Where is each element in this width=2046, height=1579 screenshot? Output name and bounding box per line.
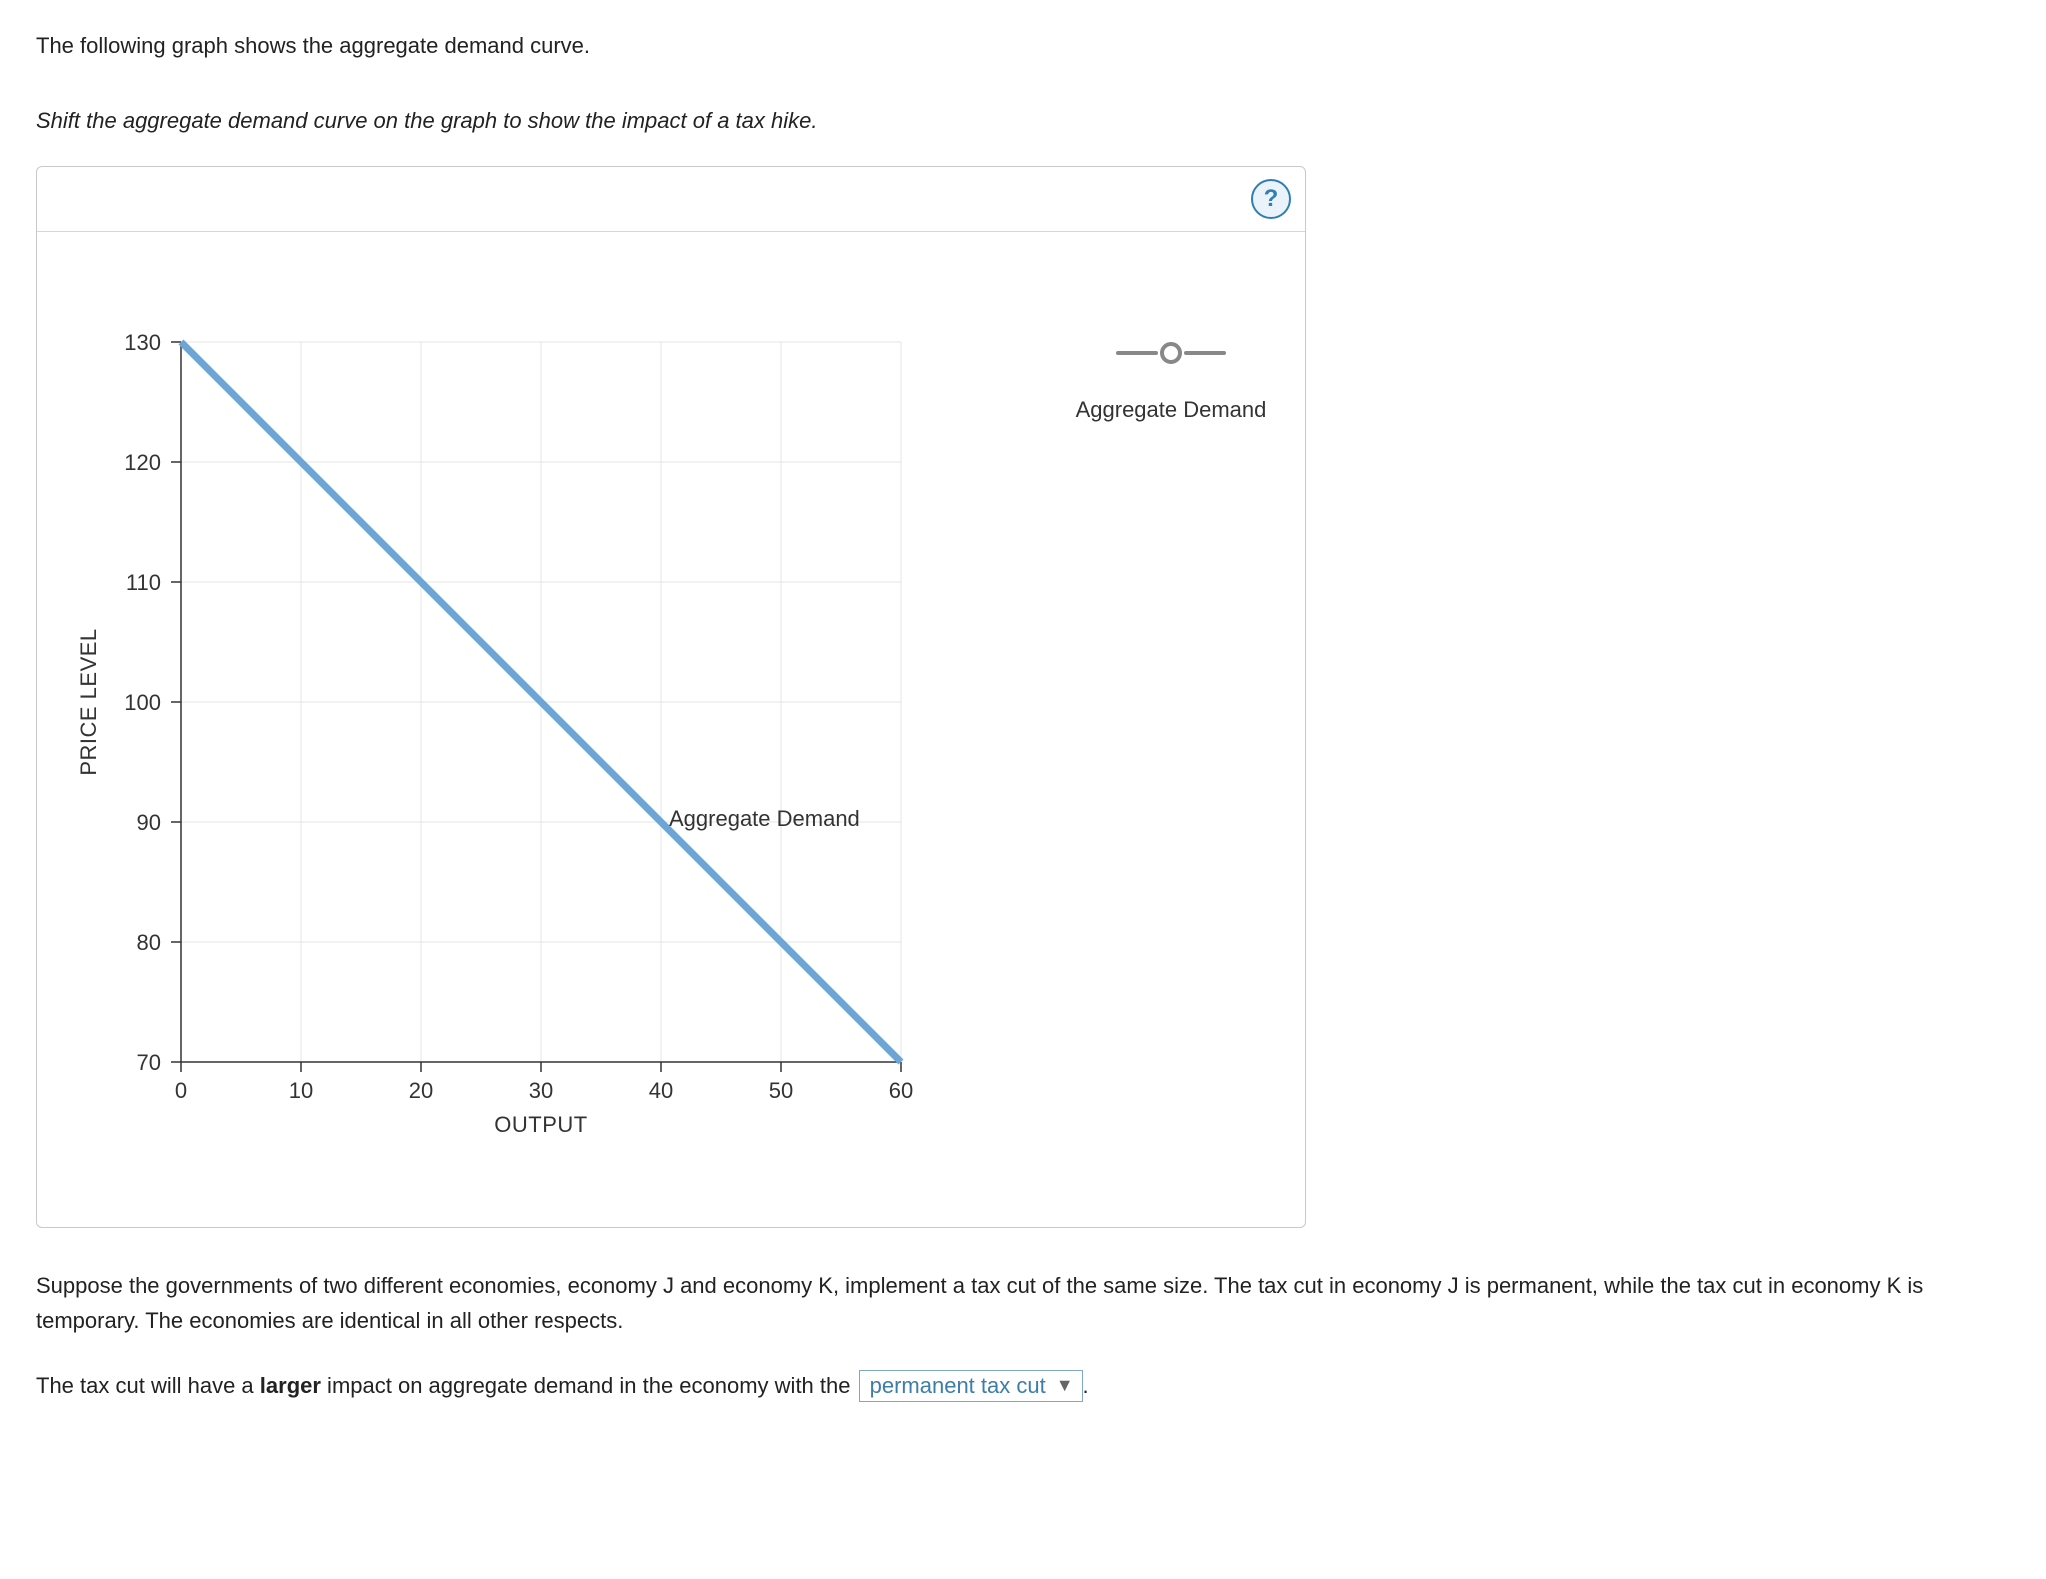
intro-text: The following graph shows the aggregate … <box>36 28 2010 63</box>
svg-text:120: 120 <box>124 450 161 475</box>
graph-toolbar: ? <box>37 167 1305 232</box>
legend-line-right <box>1184 351 1226 355</box>
svg-text:100: 100 <box>124 690 161 715</box>
followup-prefix: The tax cut will have a <box>36 1373 260 1398</box>
svg-text:80: 80 <box>137 930 161 955</box>
svg-text:OUTPUT: OUTPUT <box>494 1112 587 1137</box>
svg-text:10: 10 <box>289 1078 313 1103</box>
graph-body: 0 10 20 30 40 50 60 70 80 90 100 110 120 130 OUTPUT PRI… <box>37 232 1305 1186</box>
followup-suffix: . <box>1083 1373 1089 1398</box>
answer-dropdown[interactable]: permanent tax cut ▼ <box>859 1370 1083 1402</box>
legend-label: Aggregate Demand <box>1076 392 1267 427</box>
chevron-down-icon: ▼ <box>1056 1375 1074 1397</box>
svg-text:20: 20 <box>409 1078 433 1103</box>
graph-card: ? 0 10 20 30 40 50 60 70 80 90 100 110 120 130 OUTPUT P… <box>36 166 1306 1227</box>
help-button[interactable]: ? <box>1251 179 1291 219</box>
followup-block: Suppose the governments of two different… <box>36 1268 2010 1404</box>
instruction-text: Shift the aggregate demand curve on the … <box>36 103 2010 138</box>
svg-text:0: 0 <box>175 1078 187 1103</box>
svg-text:60: 60 <box>889 1078 913 1103</box>
svg-text:PRICE LEVEL: PRICE LEVEL <box>76 629 101 776</box>
legend-point-icon <box>1160 342 1182 364</box>
svg-text:110: 110 <box>126 570 161 595</box>
page: The following graph shows the aggregate … <box>0 0 2046 1461</box>
followup-paragraph-2: The tax cut will have a larger impact on… <box>36 1368 2010 1403</box>
legend-area: Aggregate Demand <box>931 332 1301 427</box>
svg-text:Aggregate Demand: Aggregate Demand <box>669 806 860 831</box>
svg-text:50: 50 <box>769 1078 793 1103</box>
followup-mid: impact on aggregate demand in the econom… <box>321 1373 851 1398</box>
legend-item-aggregate-demand[interactable]: Aggregate Demand <box>1041 342 1301 427</box>
svg-text:70: 70 <box>137 1050 161 1075</box>
chart-svg[interactable]: 0 10 20 30 40 50 60 70 80 90 100 110 120 130 OUTPUT PRI… <box>61 332 931 1152</box>
svg-text:130: 130 <box>124 332 161 355</box>
answer-dropdown-value: permanent tax cut <box>870 1373 1046 1399</box>
svg-text:40: 40 <box>649 1078 673 1103</box>
help-icon: ? <box>1264 180 1279 218</box>
legend-line-left <box>1116 351 1158 355</box>
svg-text:30: 30 <box>529 1078 553 1103</box>
legend-symbol <box>1116 342 1226 364</box>
chart-area[interactable]: 0 10 20 30 40 50 60 70 80 90 100 110 120 130 OUTPUT PRI… <box>61 332 931 1162</box>
followup-paragraph-1: Suppose the governments of two different… <box>36 1268 2010 1338</box>
svg-text:90: 90 <box>137 810 161 835</box>
followup-bold: larger <box>260 1373 321 1398</box>
